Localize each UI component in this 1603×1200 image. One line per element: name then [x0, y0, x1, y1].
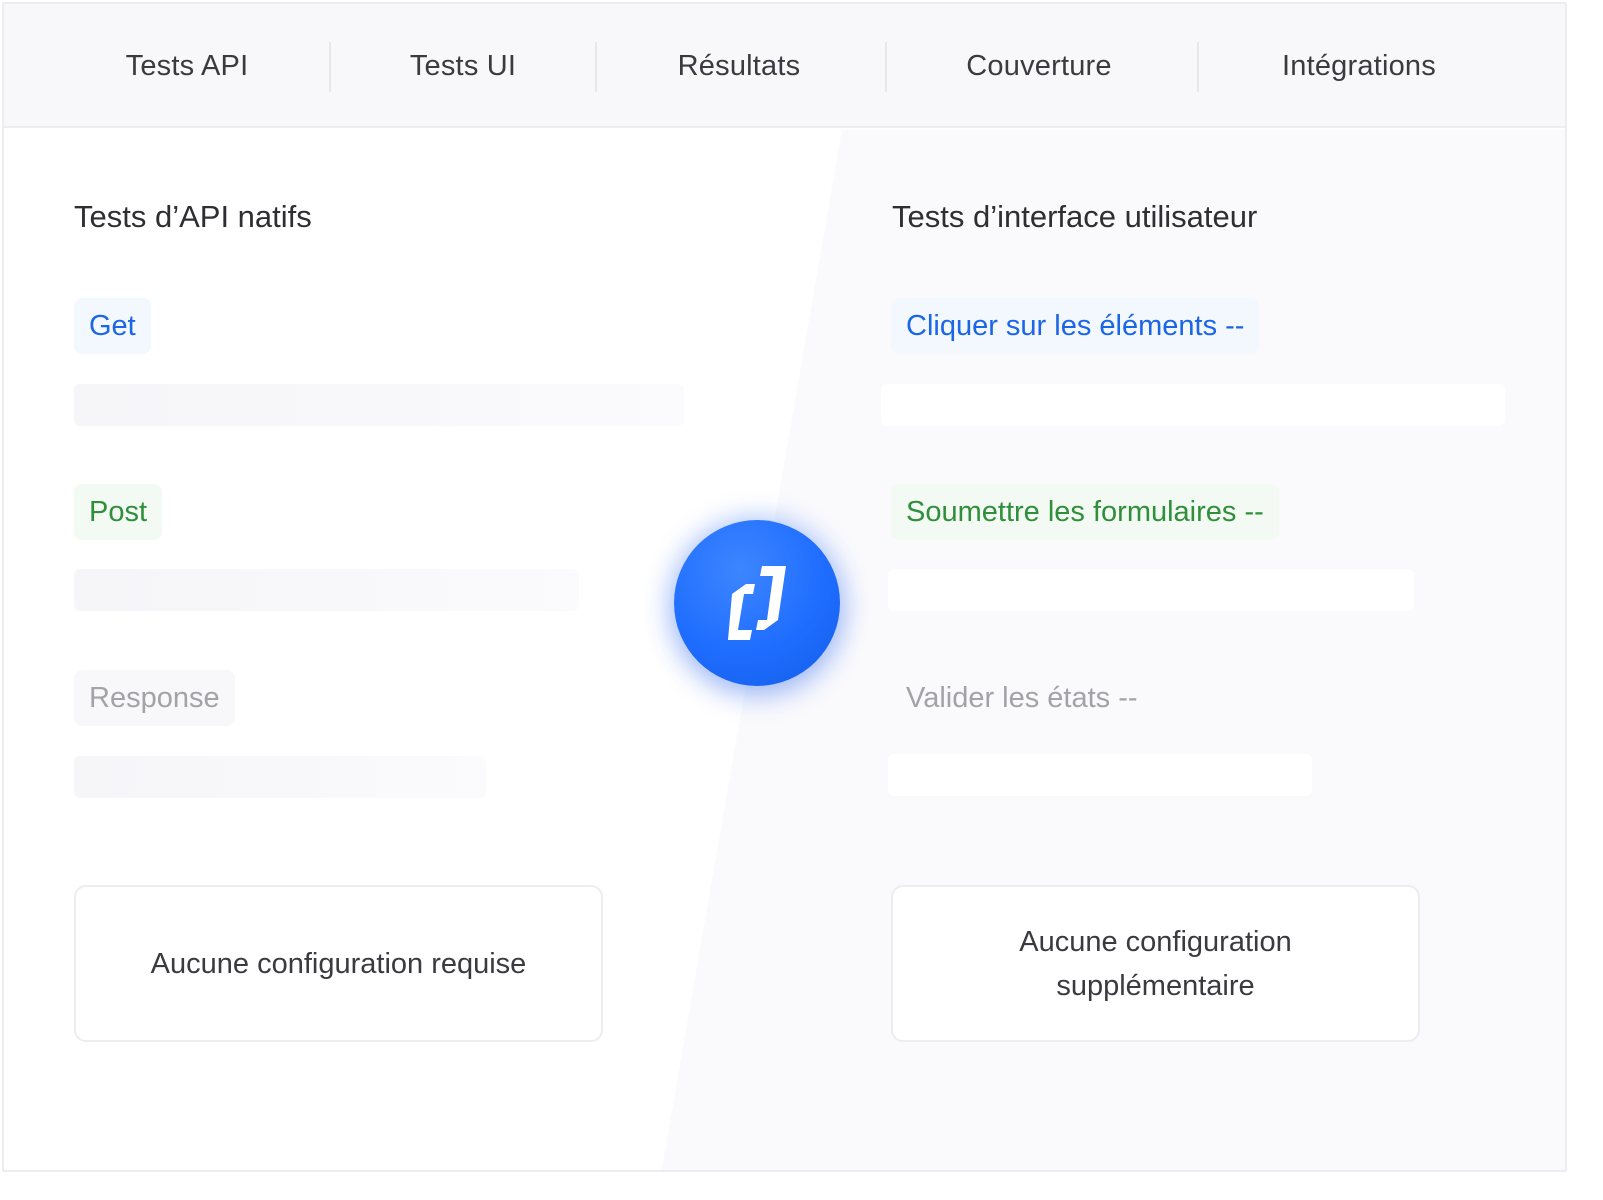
- api-tests-title: Tests d’API natifs: [74, 199, 312, 234]
- post-method-tag[interactable]: Post: [74, 484, 163, 540]
- tab-tests-api[interactable]: Tests API: [74, 4, 300, 128]
- nav-divider: [595, 42, 597, 92]
- tab-tests-ui[interactable]: Tests UI: [349, 4, 577, 128]
- submit-forms-tag[interactable]: Soumettre les formulaires --: [891, 484, 1279, 540]
- top-nav: Tests API Tests UI Résultats Couverture …: [4, 4, 1565, 128]
- api-placeholder-line: [74, 384, 684, 426]
- ui-placeholder-line: [881, 384, 1505, 426]
- app-frame: Tests API Tests UI Résultats Couverture …: [2, 2, 1567, 1172]
- ui-no-config-card: Aucune configuration supplémentaire: [891, 885, 1420, 1042]
- ui-tests-title: Tests d’interface utilisateur: [892, 199, 1258, 234]
- tab-couverture[interactable]: Couverture: [904, 4, 1174, 128]
- api-placeholder-line: [74, 569, 579, 611]
- validate-states-tag[interactable]: Valider les états --: [891, 670, 1153, 726]
- click-elements-tag[interactable]: Cliquer sur les éléments --: [891, 298, 1260, 354]
- nav-divider: [885, 42, 887, 92]
- api-placeholder-line: [74, 756, 486, 798]
- ui-placeholder-line: [888, 754, 1312, 796]
- ui-placeholder-line: [888, 569, 1414, 611]
- nav-divider: [1197, 42, 1199, 92]
- tab-integrations[interactable]: Intégrations: [1214, 4, 1504, 128]
- tab-resultats[interactable]: Résultats: [614, 4, 864, 128]
- api-no-config-card: Aucune configuration requise: [74, 885, 603, 1042]
- get-method-tag[interactable]: Get: [74, 298, 151, 354]
- response-tag[interactable]: Response: [74, 670, 235, 726]
- brand-logo-icon[interactable]: [674, 520, 840, 686]
- brand-logo-glyph: [728, 566, 786, 640]
- nav-divider: [329, 42, 331, 92]
